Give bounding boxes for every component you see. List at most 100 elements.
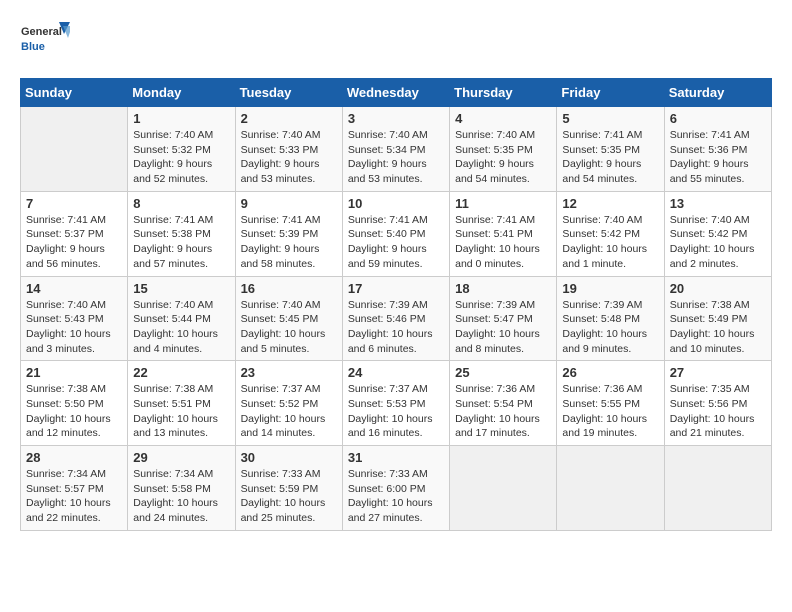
day-number: 30 — [241, 450, 337, 465]
day-info: Sunrise: 7:41 AMSunset: 5:39 PMDaylight:… — [241, 213, 337, 272]
weekday-header-row: SundayMondayTuesdayWednesdayThursdayFrid… — [21, 79, 772, 107]
weekday-header-monday: Monday — [128, 79, 235, 107]
day-info: Sunrise: 7:40 AMSunset: 5:42 PMDaylight:… — [562, 213, 658, 272]
day-info: Sunrise: 7:38 AMSunset: 5:49 PMDaylight:… — [670, 298, 766, 357]
calendar-week-1: 1 Sunrise: 7:40 AMSunset: 5:32 PMDaylight… — [21, 107, 772, 192]
calendar-week-3: 14 Sunrise: 7:40 AMSunset: 5:43 PMDayligh… — [21, 276, 772, 361]
page-header: General Blue — [20, 20, 772, 62]
svg-text:General: General — [21, 26, 62, 38]
day-number: 17 — [348, 281, 444, 296]
day-number: 10 — [348, 196, 444, 211]
calendar-header: SundayMondayTuesdayWednesdayThursdayFrid… — [21, 79, 772, 107]
day-number: 9 — [241, 196, 337, 211]
calendar-cell: 6 Sunrise: 7:41 AMSunset: 5:36 PMDaylight… — [664, 107, 771, 192]
day-number: 24 — [348, 365, 444, 380]
calendar-cell: 8Sunrise: 7:41 AMSunset: 5:38 PMDaylight… — [128, 191, 235, 276]
day-info: Sunrise: 7:41 AMSunset: 5:41 PMDaylight:… — [455, 213, 551, 272]
calendar-cell — [450, 446, 557, 531]
day-info: Sunrise: 7:34 AMSunset: 5:58 PMDaylight:… — [133, 467, 229, 526]
weekday-header-wednesday: Wednesday — [342, 79, 449, 107]
day-number: 11 — [455, 196, 551, 211]
day-number: 15 — [133, 281, 229, 296]
calendar-cell: 30 Sunrise: 7:33 AMSunset: 5:59 PMDayligh… — [235, 446, 342, 531]
calendar-cell: 31Sunrise: 7:33 AMSunset: 6:00 PMDayligh… — [342, 446, 449, 531]
calendar-cell: 15 Sunrise: 7:40 AMSunset: 5:44 PMDayligh… — [128, 276, 235, 361]
calendar-cell: 10 Sunrise: 7:41 AMSunset: 5:40 PMDayligh… — [342, 191, 449, 276]
day-info: Sunrise: 7:40 AMSunset: 5:42 PMDaylight:… — [670, 213, 766, 272]
day-info: Sunrise: 7:40 AMSunset: 5:44 PMDaylight:… — [133, 298, 229, 357]
day-info: Sunrise: 7:35 AMSunset: 5:56 PMDaylight:… — [670, 382, 766, 441]
calendar-cell: 19 Sunrise: 7:39 AMSunset: 5:48 PMDayligh… — [557, 276, 664, 361]
logo-svg: General Blue — [20, 20, 70, 62]
day-info: Sunrise: 7:41 AMSunset: 5:37 PMDaylight:… — [26, 213, 122, 272]
day-info: Sunrise: 7:38 AMSunset: 5:50 PMDaylight:… — [26, 382, 122, 441]
calendar-cell: 16 Sunrise: 7:40 AMSunset: 5:45 PMDayligh… — [235, 276, 342, 361]
weekday-header-saturday: Saturday — [664, 79, 771, 107]
weekday-header-thursday: Thursday — [450, 79, 557, 107]
calendar-cell — [557, 446, 664, 531]
day-info: Sunrise: 7:34 AMSunset: 5:57 PMDaylight:… — [26, 467, 122, 526]
svg-text:Blue: Blue — [21, 41, 45, 53]
calendar-cell: 2Sunrise: 7:40 AMSunset: 5:33 PMDaylight… — [235, 107, 342, 192]
day-number: 18 — [455, 281, 551, 296]
day-number: 1 — [133, 111, 229, 126]
day-number: 21 — [26, 365, 122, 380]
calendar-cell: 7 Sunrise: 7:41 AMSunset: 5:37 PMDaylight… — [21, 191, 128, 276]
calendar-week-5: 28 Sunrise: 7:34 AMSunset: 5:57 PMDayligh… — [21, 446, 772, 531]
day-number: 3 — [348, 111, 444, 126]
calendar-week-4: 21 Sunrise: 7:38 AMSunset: 5:50 PMDayligh… — [21, 361, 772, 446]
calendar-cell: 25Sunrise: 7:36 AMSunset: 5:54 PMDayligh… — [450, 361, 557, 446]
calendar-cell: 29Sunrise: 7:34 AMSunset: 5:58 PMDayligh… — [128, 446, 235, 531]
day-info: Sunrise: 7:33 AMSunset: 5:59 PMDaylight:… — [241, 467, 337, 526]
day-number: 16 — [241, 281, 337, 296]
day-info: Sunrise: 7:40 AMSunset: 5:34 PMDaylight:… — [348, 128, 444, 187]
calendar-cell: 26Sunrise: 7:36 AMSunset: 5:55 PMDayligh… — [557, 361, 664, 446]
day-info: Sunrise: 7:39 AMSunset: 5:48 PMDaylight:… — [562, 298, 658, 357]
day-info: Sunrise: 7:41 AMSunset: 5:38 PMDaylight:… — [133, 213, 229, 272]
calendar-cell: 18 Sunrise: 7:39 AMSunset: 5:47 PMDayligh… — [450, 276, 557, 361]
calendar-cell: 23 Sunrise: 7:37 AMSunset: 5:52 PMDayligh… — [235, 361, 342, 446]
day-number: 19 — [562, 281, 658, 296]
day-number: 23 — [241, 365, 337, 380]
calendar-cell: 1 Sunrise: 7:40 AMSunset: 5:32 PMDaylight… — [128, 107, 235, 192]
day-number: 4 — [455, 111, 551, 126]
day-number: 12 — [562, 196, 658, 211]
weekday-header-sunday: Sunday — [21, 79, 128, 107]
calendar-cell: 28 Sunrise: 7:34 AMSunset: 5:57 PMDayligh… — [21, 446, 128, 531]
calendar-cell: 20 Sunrise: 7:38 AMSunset: 5:49 PMDayligh… — [664, 276, 771, 361]
calendar-cell: 11 Sunrise: 7:41 AMSunset: 5:41 PMDayligh… — [450, 191, 557, 276]
day-number: 7 — [26, 196, 122, 211]
day-number: 14 — [26, 281, 122, 296]
day-number: 13 — [670, 196, 766, 211]
day-info: Sunrise: 7:40 AMSunset: 5:33 PMDaylight:… — [241, 128, 337, 187]
day-info: Sunrise: 7:41 AMSunset: 5:36 PMDaylight:… — [670, 128, 766, 187]
day-info: Sunrise: 7:40 AMSunset: 5:32 PMDaylight:… — [133, 128, 229, 187]
calendar-cell: 24Sunrise: 7:37 AMSunset: 5:53 PMDayligh… — [342, 361, 449, 446]
day-info: Sunrise: 7:39 AMSunset: 5:47 PMDaylight:… — [455, 298, 551, 357]
day-number: 27 — [670, 365, 766, 380]
calendar-cell: 17Sunrise: 7:39 AMSunset: 5:46 PMDayligh… — [342, 276, 449, 361]
day-number: 6 — [670, 111, 766, 126]
day-info: Sunrise: 7:41 AMSunset: 5:40 PMDaylight:… — [348, 213, 444, 272]
calendar-cell: 14 Sunrise: 7:40 AMSunset: 5:43 PMDayligh… — [21, 276, 128, 361]
calendar-cell: 22 Sunrise: 7:38 AMSunset: 5:51 PMDayligh… — [128, 361, 235, 446]
calendar-cell: 3 Sunrise: 7:40 AMSunset: 5:34 PMDaylight… — [342, 107, 449, 192]
calendar-cell: 27 Sunrise: 7:35 AMSunset: 5:56 PMDayligh… — [664, 361, 771, 446]
calendar-table: SundayMondayTuesdayWednesdayThursdayFrid… — [20, 78, 772, 531]
calendar-body: 1 Sunrise: 7:40 AMSunset: 5:32 PMDaylight… — [21, 107, 772, 531]
calendar-cell — [664, 446, 771, 531]
day-number: 31 — [348, 450, 444, 465]
weekday-header-friday: Friday — [557, 79, 664, 107]
calendar-cell: 4Sunrise: 7:40 AMSunset: 5:35 PMDaylight… — [450, 107, 557, 192]
day-number: 26 — [562, 365, 658, 380]
day-info: Sunrise: 7:38 AMSunset: 5:51 PMDaylight:… — [133, 382, 229, 441]
day-number: 28 — [26, 450, 122, 465]
day-info: Sunrise: 7:40 AMSunset: 5:45 PMDaylight:… — [241, 298, 337, 357]
calendar-cell: 13 Sunrise: 7:40 AMSunset: 5:42 PMDayligh… — [664, 191, 771, 276]
day-info: Sunrise: 7:37 AMSunset: 5:52 PMDaylight:… — [241, 382, 337, 441]
day-number: 20 — [670, 281, 766, 296]
day-number: 22 — [133, 365, 229, 380]
day-number: 5 — [562, 111, 658, 126]
day-number: 25 — [455, 365, 551, 380]
day-info: Sunrise: 7:40 AMSunset: 5:43 PMDaylight:… — [26, 298, 122, 357]
